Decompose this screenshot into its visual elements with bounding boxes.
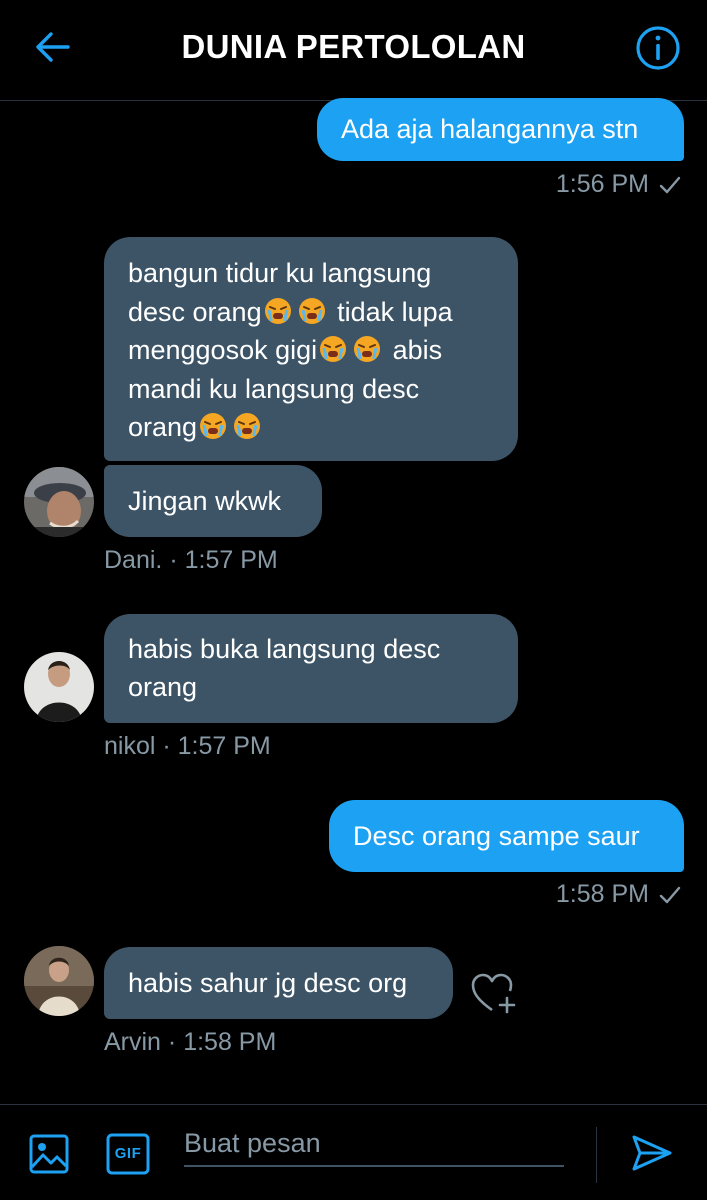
message-input[interactable] — [184, 1121, 564, 1167]
send-button[interactable] — [630, 1131, 674, 1175]
check-icon — [659, 886, 681, 903]
message-text-line: desc orang — [128, 296, 262, 327]
conversation-header: DUNIA PERTOLOLAN — [0, 0, 707, 101]
crying-face-emoji — [234, 413, 261, 439]
message-time: 1:58 PM — [183, 1028, 277, 1056]
crying-face-emoji — [264, 297, 291, 324]
avatar-dani[interactable] — [24, 467, 94, 537]
avatar-photo — [24, 946, 94, 1016]
image-icon — [29, 1134, 69, 1174]
message-text-line: menggosok gigi — [128, 335, 318, 365]
message-time: 1:58 PM — [555, 880, 649, 908]
crying-face-emoji — [298, 297, 325, 324]
message-time: 1:56 PM — [555, 170, 649, 198]
message-text-line: orang — [128, 672, 198, 702]
conversation-title: DUNIA PERTOLOLAN — [181, 28, 526, 65]
add-gif-button[interactable]: GIF — [106, 1133, 150, 1175]
message-text: Desc orang sampe saur — [353, 821, 640, 851]
incoming-message-bubble[interactable]: habis sahur jg desc org — [104, 947, 453, 1019]
incoming-message-bubble[interactable]: Jingan wkwk — [104, 465, 322, 537]
sender-name: nikol — [104, 732, 156, 760]
avatar-nikol[interactable] — [24, 652, 94, 722]
message-text-line: habis buka langsung desc — [128, 634, 441, 664]
message-text-line: tidak lupa — [337, 296, 453, 327]
info-icon — [636, 26, 680, 70]
avatar-photo — [24, 652, 94, 722]
sender-name: Dani. — [104, 546, 163, 574]
message-text-line: abis — [392, 335, 443, 365]
meta-separator: · — [169, 546, 178, 574]
message-meta: Arvin · 1:58 PM — [104, 1028, 276, 1057]
message-meta: Dani. · 1:57 PM — [104, 546, 278, 575]
message-text: habis sahur jg desc org — [128, 968, 408, 998]
incoming-message-bubble[interactable]: habis buka langsung desc orang — [104, 614, 518, 723]
message-meta: 1:56 PM — [556, 170, 681, 199]
outgoing-message-bubble[interactable]: Desc orang sampe saur — [329, 800, 684, 872]
heart-plus-icon — [471, 973, 516, 1014]
meta-separator: · — [162, 732, 171, 760]
message-composer: GIF — [0, 1104, 707, 1200]
gif-label: GIF — [114, 1145, 142, 1162]
outgoing-message-bubble[interactable]: Ada aja halangannya stn — [317, 98, 684, 161]
message-text: Jingan wkwk — [128, 486, 282, 516]
message-text-line: orang — [128, 412, 198, 442]
message-meta: nikol · 1:57 PM — [104, 732, 271, 761]
message-text-line: bangun tidur ku langsung — [128, 258, 432, 288]
conversation-info-button[interactable] — [634, 24, 682, 72]
send-icon — [632, 1135, 672, 1171]
message-text-line: mandi ku langsung desc — [128, 373, 420, 404]
message-time: 1:57 PM — [177, 732, 271, 760]
crying-face-emoji — [200, 413, 227, 439]
crying-face-emoji — [354, 336, 381, 362]
message-time: 1:57 PM — [184, 546, 278, 574]
add-image-button[interactable] — [28, 1133, 70, 1175]
crying-face-emoji — [320, 336, 347, 362]
avatar-arvin[interactable] — [24, 946, 94, 1016]
avatar-photo — [24, 467, 94, 537]
like-message-button[interactable] — [470, 972, 518, 1016]
message-meta: 1:58 PM — [556, 880, 681, 909]
meta-separator: · — [167, 1028, 177, 1056]
check-icon — [659, 176, 681, 193]
message-text: Ada aja halangannya stn — [341, 114, 639, 144]
composer-divider — [596, 1127, 597, 1183]
incoming-message-bubble[interactable]: bangun tidur ku langsung desc orang tida… — [104, 237, 518, 461]
sender-name: Arvin — [104, 1028, 161, 1056]
